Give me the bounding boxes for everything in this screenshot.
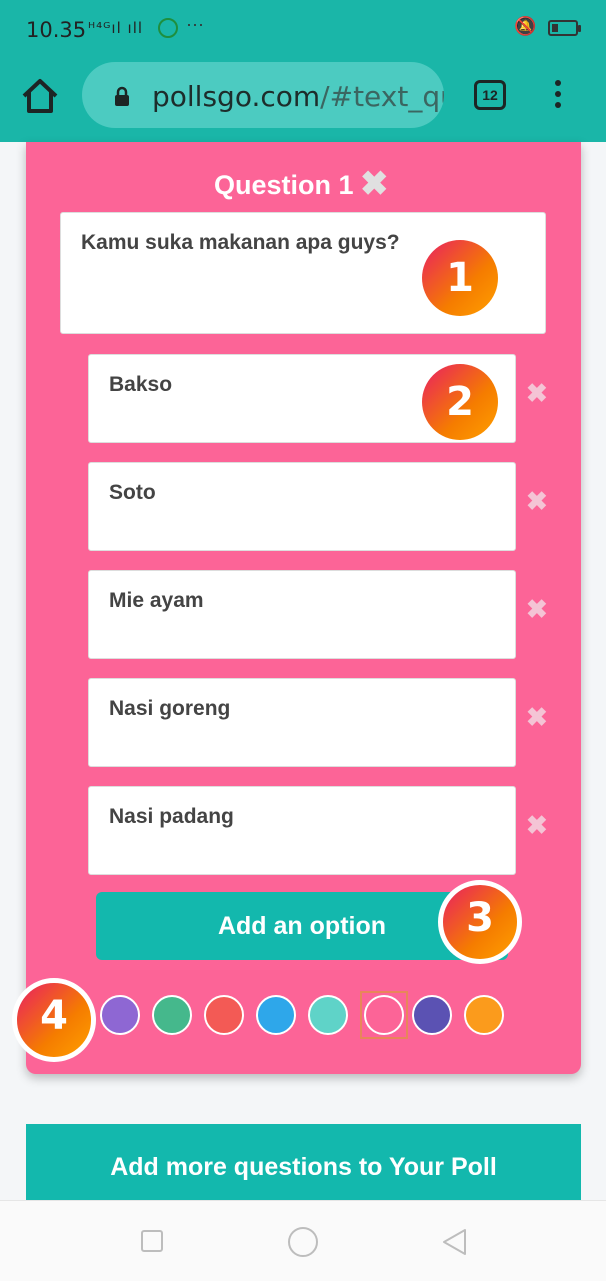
option-text: Bakso bbox=[109, 373, 173, 396]
color-swatch-blue[interactable] bbox=[256, 995, 296, 1035]
remove-option-icon[interactable]: ✖ bbox=[526, 594, 548, 625]
option-input[interactable]: Soto bbox=[88, 462, 516, 551]
step-badge-3: 3 bbox=[438, 880, 522, 964]
color-swatch-teal[interactable] bbox=[308, 995, 348, 1035]
remove-option-icon[interactable]: ✖ bbox=[526, 486, 548, 517]
address-bar[interactable]: pollsgo.com/#text_qu bbox=[82, 62, 444, 128]
color-swatch-pink[interactable] bbox=[364, 995, 404, 1035]
color-swatch-red[interactable] bbox=[204, 995, 244, 1035]
step-badge-2: 2 bbox=[422, 364, 498, 440]
color-swatch-orange[interactable] bbox=[464, 995, 504, 1035]
battery-icon bbox=[548, 20, 581, 36]
option-text: Soto bbox=[109, 481, 156, 504]
signal-icon: ᴴ⁴ᴳıl ıll bbox=[88, 19, 144, 37]
option-input[interactable]: Nasi padang bbox=[88, 786, 516, 875]
color-swatch-green[interactable] bbox=[152, 995, 192, 1035]
url-text: pollsgo.com/#text_qu bbox=[152, 80, 444, 113]
question-text: Kamu suka makanan apa guys? bbox=[81, 231, 400, 254]
add-more-questions-button[interactable]: Add more questions to Your Poll bbox=[26, 1124, 581, 1200]
question-title: Question 1 bbox=[214, 170, 354, 200]
whatsapp-notification-icon bbox=[158, 18, 178, 38]
option-text: Nasi goreng bbox=[109, 697, 231, 720]
browser-top-bar: 10.35 ᴴ⁴ᴳıl ıll ··· 🔕 pollsgo.com/#text_… bbox=[0, 0, 606, 142]
status-time: 10.35 bbox=[26, 18, 87, 42]
more-notifications-icon: ··· bbox=[186, 14, 204, 34]
back-nav-icon[interactable] bbox=[440, 1227, 468, 1257]
option-input[interactable]: Nasi goreng bbox=[88, 678, 516, 767]
remove-option-icon[interactable]: ✖ bbox=[526, 378, 548, 409]
tab-switcher-button[interactable]: 12 bbox=[474, 80, 506, 110]
remove-option-icon[interactable]: ✖ bbox=[526, 702, 548, 733]
lock-icon bbox=[115, 86, 129, 106]
mute-icon: 🔕 bbox=[514, 16, 537, 36]
color-swatch-purple[interactable] bbox=[100, 995, 140, 1035]
remove-option-icon[interactable]: ✖ bbox=[526, 810, 548, 841]
recent-apps-icon[interactable] bbox=[140, 1229, 164, 1253]
option-text: Nasi padang bbox=[109, 805, 234, 828]
step-badge-4: 4 bbox=[12, 978, 96, 1062]
color-swatch-indigo[interactable] bbox=[412, 995, 452, 1035]
home-icon[interactable] bbox=[20, 76, 60, 116]
system-nav-bar bbox=[0, 1200, 606, 1281]
option-input[interactable]: Mie ayam bbox=[88, 570, 516, 659]
step-badge-1: 1 bbox=[422, 240, 498, 316]
home-nav-icon[interactable] bbox=[287, 1226, 319, 1258]
option-text: Mie ayam bbox=[109, 589, 204, 612]
overflow-menu-icon[interactable] bbox=[548, 80, 568, 110]
remove-question-icon[interactable]: ✖ bbox=[360, 164, 389, 204]
